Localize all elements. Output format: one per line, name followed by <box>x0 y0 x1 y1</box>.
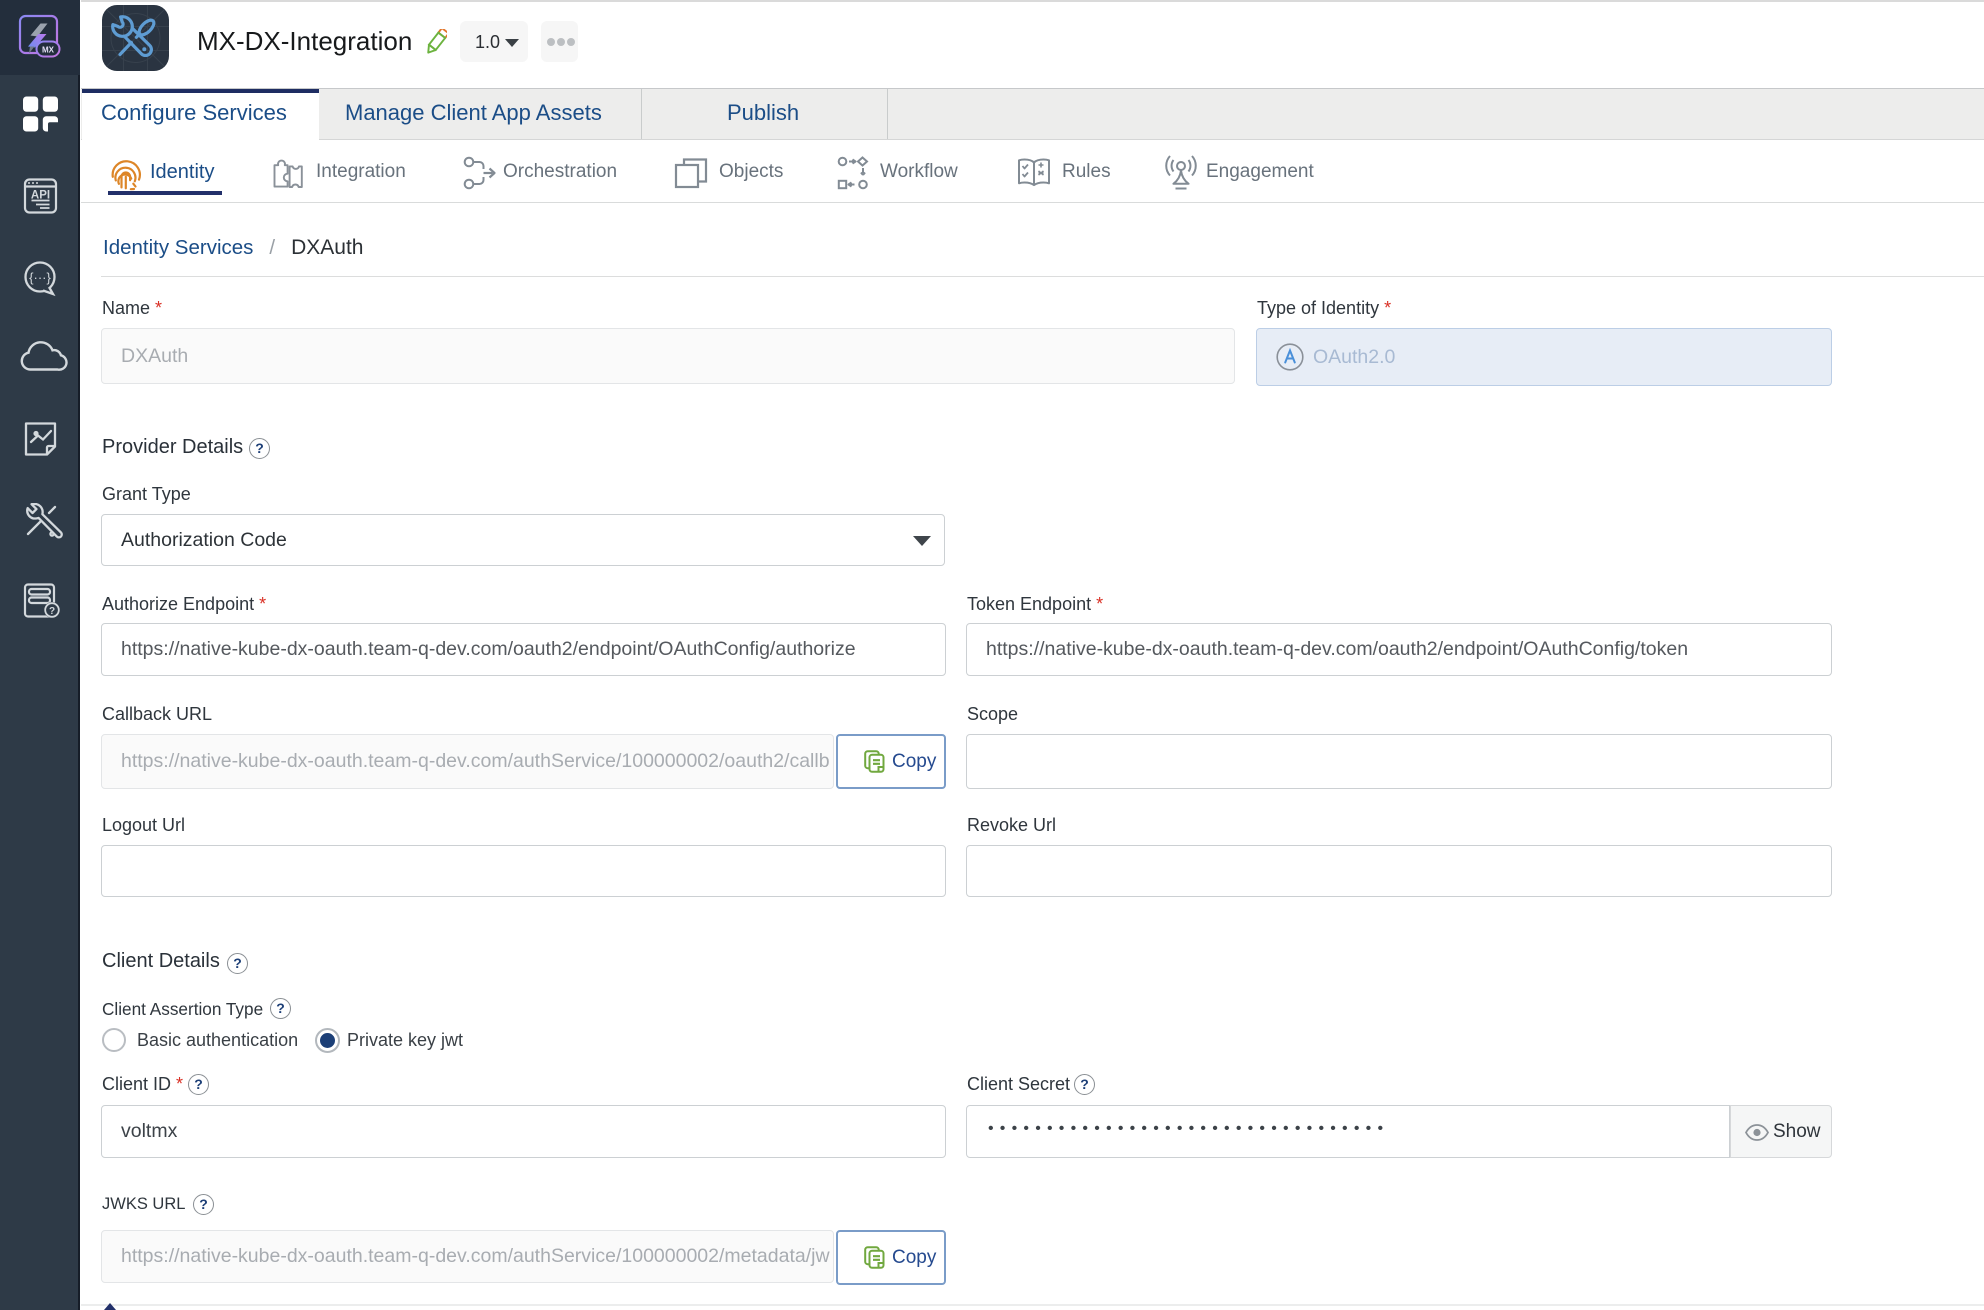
svg-text:MX: MX <box>42 46 55 55</box>
svg-text:API: API <box>31 190 50 202</box>
svg-text:?: ? <box>49 606 55 617</box>
svg-text:{···}: {···} <box>29 270 51 285</box>
